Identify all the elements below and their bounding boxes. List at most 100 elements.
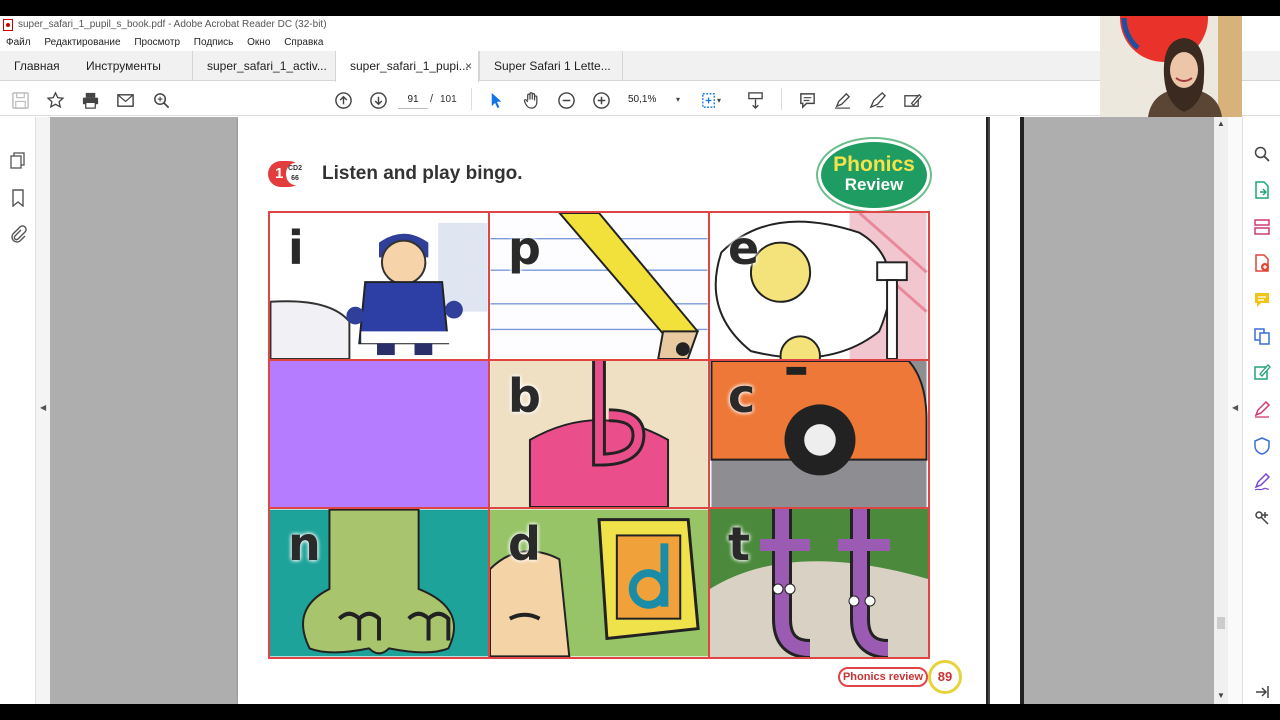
window-title: super_safari_1_pupil_s_book.pdf - Adobe …: [18, 19, 327, 30]
page-number-input[interactable]: 91: [398, 90, 428, 109]
edit-pdf-icon[interactable]: [1253, 363, 1271, 381]
scroll-down-icon[interactable]: ▼: [1217, 691, 1225, 700]
cell-letter: e: [728, 221, 760, 275]
badge-line-1: Phonics: [833, 153, 915, 176]
highlight-pen-icon[interactable]: [832, 90, 852, 110]
tab-tools[interactable]: Инструменты: [72, 51, 175, 81]
sign-pen-icon[interactable]: [867, 90, 887, 110]
exercise-number: 1: [275, 165, 284, 182]
print-icon[interactable]: [80, 90, 100, 110]
chevron-left-icon: ◀: [1232, 403, 1239, 412]
phonics-review-badge: Phonics Review: [818, 139, 930, 211]
cell-letter: p: [508, 221, 541, 275]
left-navigation-rail: [0, 117, 36, 704]
cell-letter: c: [728, 369, 756, 423]
vertical-scrollbar[interactable]: ▲ ▼: [1214, 117, 1228, 704]
acrobat-window: super_safari_1_pupil_s_book.pdf - Adobe …: [0, 16, 1280, 704]
bingo-cell-e: e: [710, 213, 928, 361]
cell-letter: b: [508, 369, 541, 423]
tab-home[interactable]: Главная: [0, 51, 74, 81]
next-page-icon[interactable]: [368, 90, 388, 110]
tab-doc-activity[interactable]: super_safari_1_activ...: [192, 51, 335, 81]
toolbar-divider: [781, 88, 782, 110]
organize-pages-icon[interactable]: [1253, 218, 1271, 236]
pdf-file-icon: [3, 19, 13, 31]
tab-doc-letters[interactable]: Super Safari 1 Lette...: [479, 51, 623, 81]
cell-letter: n: [288, 517, 321, 571]
tab-label: super_safari_1_activ...: [207, 59, 327, 73]
tab-label: super_safari_1_pupi...: [350, 59, 469, 73]
webcam-overlay: [1100, 16, 1242, 117]
bingo-cell-t: t: [710, 509, 928, 657]
chevron-left-icon: ◀: [40, 403, 47, 412]
fill-sign-icon[interactable]: [902, 90, 922, 110]
fill-and-sign-icon[interactable]: [1253, 400, 1271, 418]
request-signature-icon[interactable]: [1253, 472, 1271, 491]
book-page-number: 89: [928, 660, 962, 694]
bookmarks-icon[interactable]: [9, 189, 27, 208]
cd-track-icon: CD2 66: [286, 163, 304, 185]
scroll-mode-icon[interactable]: [745, 90, 765, 110]
zoom-out-icon[interactable]: [556, 90, 576, 110]
hand-tool-icon[interactable]: [521, 90, 541, 110]
fit-page-chevron-icon[interactable]: ▾: [714, 90, 724, 110]
zoom-in-icon[interactable]: [591, 90, 611, 110]
tools-rail: [1242, 117, 1280, 704]
comment-icon[interactable]: [797, 90, 817, 110]
right-panel-toggle[interactable]: ◀: [1228, 117, 1242, 704]
scrollbar-thumb[interactable]: [1217, 617, 1225, 629]
tab-doc-pupil[interactable]: super_safari_1_pupi... ×: [335, 51, 479, 82]
bingo-cell-covered: [270, 361, 490, 509]
tab-label: Super Safari 1 Lette...: [494, 59, 611, 73]
chevron-down-icon: ▾: [675, 95, 680, 104]
bingo-cell-n: n: [270, 509, 490, 657]
more-tools-icon[interactable]: [1253, 509, 1271, 527]
title-bar: super_safari_1_pupil_s_book.pdf - Adobe …: [0, 16, 1100, 34]
protect-shield-icon[interactable]: [1253, 437, 1271, 455]
bingo-cell-b: b: [490, 361, 710, 509]
bingo-cell-i: i: [270, 213, 490, 361]
combine-files-icon[interactable]: [1253, 327, 1271, 345]
cell-letter: t: [728, 517, 750, 571]
export-pdf-icon[interactable]: [1253, 181, 1271, 199]
exercise-title: Listen and play bingo.: [322, 163, 523, 184]
save-icon[interactable]: [10, 90, 30, 110]
page-separator: /: [430, 93, 434, 105]
expand-panel-icon[interactable]: [1253, 683, 1271, 701]
zoom-level-select[interactable]: 50,1% ▾: [628, 90, 684, 109]
menu-view[interactable]: Просмотр: [134, 37, 180, 48]
pdf-page: 1 CD2 66 Listen and play bingo. Phonics …: [238, 117, 976, 704]
zoom-search-icon[interactable]: [1253, 145, 1271, 163]
menu-file[interactable]: Файл: [6, 37, 31, 48]
previous-page-icon[interactable]: [333, 90, 353, 110]
document-viewer[interactable]: 1 CD2 66 Listen and play bingo. Phonics …: [50, 117, 1214, 704]
bingo-grid: i p e b c n d t: [268, 211, 930, 659]
menu-window[interactable]: Окно: [247, 37, 270, 48]
page-thumbnails-icon[interactable]: [9, 152, 27, 170]
next-page-preview: [986, 117, 1024, 704]
create-pdf-icon[interactable]: [1253, 254, 1271, 272]
badge-line-2: Review: [844, 175, 904, 194]
menu-help[interactable]: Справка: [284, 37, 323, 48]
menu-bar: Файл Редактирование Просмотр Подпись Окн…: [0, 34, 1100, 51]
cell-letter: i: [288, 221, 304, 275]
phonics-review-footer-tag: Phonics review: [838, 667, 928, 687]
bookmark-star-icon[interactable]: [45, 90, 65, 110]
email-icon[interactable]: [115, 90, 135, 110]
menu-sign[interactable]: Подпись: [194, 37, 234, 48]
tab-bar: Главная Инструменты super_safari_1_activ…: [0, 51, 1280, 82]
exercise-number-badge: 1 CD2 66: [268, 161, 304, 187]
bingo-cell-p: p: [490, 213, 710, 361]
attachments-icon[interactable]: [9, 225, 27, 243]
left-panel-toggle[interactable]: ◀: [36, 117, 50, 704]
toolbar-divider: [471, 88, 472, 110]
cell-letter: d: [508, 517, 541, 571]
menu-edit[interactable]: Редактирование: [44, 37, 120, 48]
close-tab-icon[interactable]: ×: [465, 51, 472, 81]
comment-tool-icon[interactable]: [1253, 291, 1271, 309]
select-cursor-icon[interactable]: [486, 90, 506, 110]
scroll-up-icon[interactable]: ▲: [1217, 119, 1225, 128]
page-total: 101: [440, 94, 457, 105]
zoom-value: 50,1%: [628, 94, 657, 105]
search-icon[interactable]: [151, 90, 171, 110]
